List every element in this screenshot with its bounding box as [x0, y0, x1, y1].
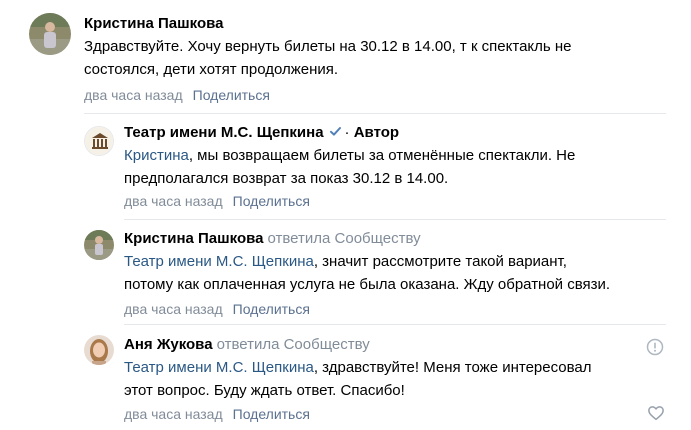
comment-text: Театр имени М.С. Щепкина, здравствуйте! … — [124, 359, 592, 399]
comment-anya: Аня Жукова ответила Сообществу Театр имен… — [0, 325, 691, 430]
avatar[interactable] — [84, 335, 114, 365]
author-role: Автор — [353, 124, 400, 141]
comment-header: Кристина Пашкова — [84, 15, 223, 33]
avatar[interactable] — [84, 126, 114, 156]
comment-meta: два часа назад Поделиться — [84, 86, 270, 104]
share-link[interactable]: Поделиться — [233, 193, 310, 209]
mention-link[interactable]: Кристина — [124, 147, 189, 164]
comment-kristina-1: Кристина Пашкова Здравствуйте. Хочу верн… — [0, 0, 691, 112]
mention-link[interactable]: Театр имени М.С. Щепкина — [124, 359, 314, 376]
comment-header: Кристина Пашкова ответила Сообществу — [124, 230, 421, 248]
reply-to-label[interactable]: ответила Сообществу — [217, 336, 370, 353]
author-name[interactable]: Кристина Пашкова — [124, 230, 263, 247]
comment-time[interactable]: два часа назад — [124, 406, 223, 422]
comments-thread: Кристина Пашкова Здравствуйте. Хочу верн… — [0, 0, 691, 430]
comment-meta: два часа назад Поделиться — [124, 405, 310, 423]
comment-header: Театр имени М.С. Щепкина · Автор — [124, 124, 400, 143]
mention-link[interactable]: Театр имени М.С. Щепкина — [124, 253, 314, 270]
comment-time[interactable]: два часа назад — [124, 301, 223, 317]
comment-text: Здравствуйте. Хочу вернуть билеты на 30.… — [84, 38, 572, 78]
comment-time[interactable]: два часа назад — [84, 87, 183, 103]
reply-to-label[interactable]: ответила Сообществу — [267, 230, 420, 247]
comment-text: Театр имени М.С. Щепкина, значит рассмот… — [124, 253, 611, 293]
comment-header: Аня Жукова ответила Сообществу — [124, 336, 370, 354]
avatar[interactable] — [84, 230, 114, 260]
comment-time[interactable]: два часа назад — [124, 193, 223, 209]
avatar[interactable] — [29, 13, 71, 55]
comment-meta: два часа назад Поделиться — [124, 192, 310, 210]
share-link[interactable]: Поделиться — [233, 406, 310, 422]
share-link[interactable]: Поделиться — [193, 87, 270, 103]
author-name[interactable]: Театр имени М.С. Щепкина — [124, 124, 324, 141]
comment-meta: два часа назад Поделиться — [124, 300, 310, 318]
comment-theatre: Театр имени М.С. Щепкина · Автор Кристина… — [0, 114, 691, 220]
comment-kristina-2: Кристина Пашкова ответила Сообществу Теат… — [0, 220, 691, 324]
comment-text: Кристина, мы возвращаем билеты за отменё… — [124, 147, 576, 187]
report-icon[interactable] — [646, 338, 664, 356]
author-name[interactable]: Аня Жукова — [124, 336, 213, 353]
verified-check-icon — [329, 125, 342, 143]
heart-icon[interactable] — [647, 404, 665, 422]
share-link[interactable]: Поделиться — [233, 301, 310, 317]
author-name[interactable]: Кристина Пашкова — [84, 15, 223, 32]
